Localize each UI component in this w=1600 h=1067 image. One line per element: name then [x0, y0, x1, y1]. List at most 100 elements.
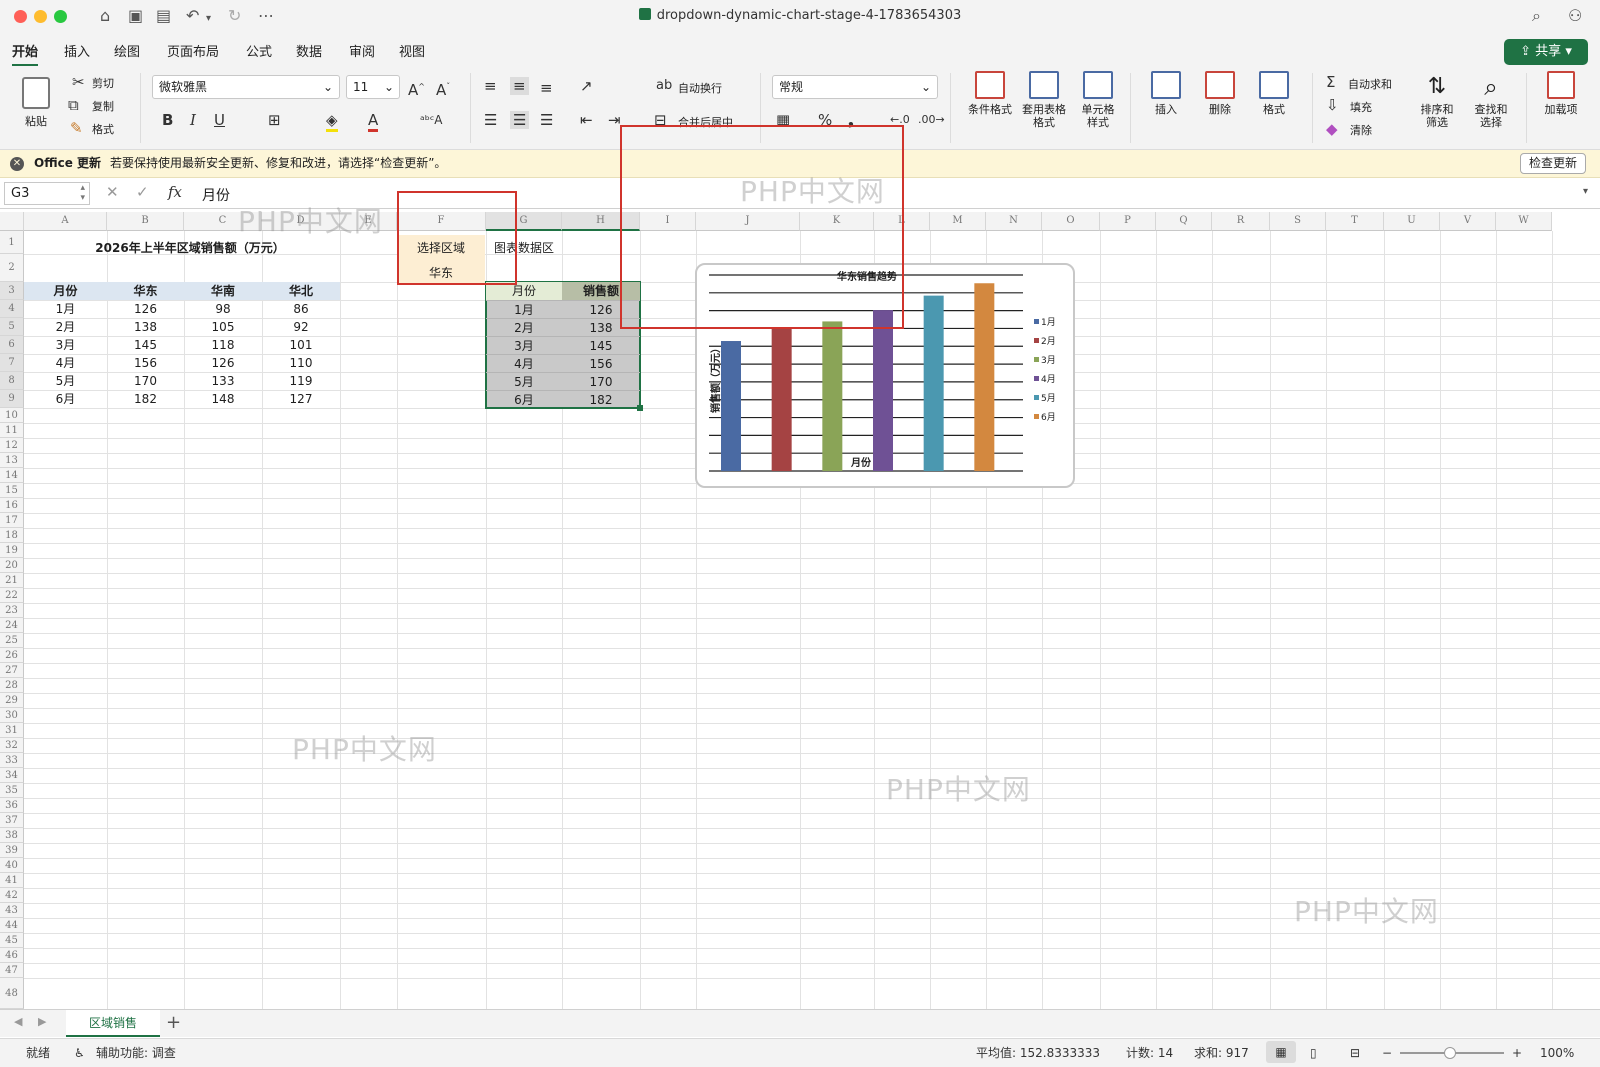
tab-6[interactable]: 审阅 — [349, 41, 375, 60]
align-left-icon[interactable]: ☰ — [484, 111, 497, 129]
table-cell[interactable]: 105 — [184, 318, 262, 336]
row-header-18[interactable]: 18 — [0, 528, 24, 543]
row-header-5[interactable]: 5 — [0, 318, 24, 336]
name-box[interactable]: G3 ▴ ▾ — [4, 182, 90, 205]
chart-data-cell[interactable]: 182 — [562, 390, 640, 408]
phonetic-icon[interactable]: ᵃᵇᶜA — [420, 111, 443, 129]
table-cell[interactable]: 118 — [184, 336, 262, 354]
table-cell[interactable]: 6月 — [24, 390, 107, 408]
increase-indent-icon[interactable]: ⇥ — [608, 111, 621, 129]
column-header-P[interactable]: P — [1100, 212, 1156, 231]
fill-handle[interactable] — [637, 405, 643, 411]
table-cell[interactable]: 148 — [184, 390, 262, 408]
cut-button[interactable]: 剪切 — [92, 75, 114, 91]
borders-icon[interactable]: ⊞ — [268, 111, 281, 129]
align-center-icon[interactable]: ☰ — [510, 111, 530, 129]
row-header-37[interactable]: 37 — [0, 813, 24, 828]
row-header-10[interactable]: 10 — [0, 408, 24, 423]
delete-cells-button[interactable]: 删除 — [1196, 71, 1244, 116]
row-header-1[interactable]: 1 — [0, 231, 24, 254]
table-cell[interactable]: 182 — [107, 390, 184, 408]
column-header-S[interactable]: S — [1270, 212, 1326, 231]
table-cell[interactable]: 86 — [262, 300, 340, 318]
row-header-39[interactable]: 39 — [0, 843, 24, 858]
row-header-19[interactable]: 19 — [0, 543, 24, 558]
sheet-tab-regional-sales[interactable]: 区域销售 — [66, 1010, 160, 1037]
row-header-43[interactable]: 43 — [0, 903, 24, 918]
row-header-9[interactable]: 9 — [0, 390, 24, 408]
page-layout-view-icon[interactable]: ▯ — [1310, 1039, 1317, 1067]
decrease-decimal-icon[interactable]: .00→ — [918, 111, 945, 129]
row-header-30[interactable]: 30 — [0, 708, 24, 723]
underline-button[interactable]: U — [214, 111, 225, 129]
zoom-in-icon[interactable]: + — [1512, 1039, 1522, 1067]
column-header-A[interactable]: A — [24, 212, 107, 231]
accessibility-status[interactable]: 辅助功能: 调查 — [96, 1039, 176, 1067]
chart-data-cell[interactable]: 5月 — [486, 372, 562, 390]
column-header-W[interactable]: W — [1496, 212, 1552, 231]
check-updates-button[interactable]: 检查更新 — [1519, 153, 1586, 174]
table-cell[interactable]: 145 — [107, 336, 184, 354]
chart-data-cell[interactable]: 145 — [562, 336, 640, 354]
chart-data-cell[interactable]: 170 — [562, 372, 640, 390]
decrease-indent-icon[interactable]: ⇤ — [580, 111, 593, 129]
clear-button[interactable]: 清除 — [1350, 122, 1372, 138]
row-header-41[interactable]: 41 — [0, 873, 24, 888]
font-size-select[interactable]: 11 ⌄ — [346, 75, 400, 99]
table-cell[interactable]: 3月 — [24, 336, 107, 354]
tab-5[interactable]: 数据 — [296, 41, 322, 60]
zoom-slider-thumb[interactable] — [1444, 1047, 1456, 1059]
table-cell[interactable]: 138 — [107, 318, 184, 336]
search-icon[interactable]: ⌕ — [1532, 6, 1541, 26]
row-header-13[interactable]: 13 — [0, 453, 24, 468]
column-header-B[interactable]: B — [107, 212, 184, 231]
table-cell[interactable]: 133 — [184, 372, 262, 390]
table-cell[interactable]: 5月 — [24, 372, 107, 390]
row-header-12[interactable]: 12 — [0, 438, 24, 453]
row-header-20[interactable]: 20 — [0, 558, 24, 573]
copy-button[interactable]: 复制 — [92, 98, 114, 114]
font-color-icon[interactable]: A — [368, 111, 379, 132]
row-header-24[interactable]: 24 — [0, 618, 24, 633]
row-header-40[interactable]: 40 — [0, 858, 24, 873]
insert-function-button[interactable]: fx — [168, 183, 182, 201]
table-header[interactable]: 月份 — [24, 282, 107, 300]
close-icon[interactable]: ✕ — [10, 157, 24, 171]
row-header-3[interactable]: 3 — [0, 282, 24, 300]
row-header-38[interactable]: 38 — [0, 828, 24, 843]
tab-1[interactable]: 插入 — [64, 41, 90, 60]
align-top-icon[interactable]: ≡ — [484, 77, 497, 95]
tab-2[interactable]: 绘图 — [114, 41, 140, 60]
font-name-select[interactable]: 微软雅黑 ⌄ — [152, 75, 340, 99]
row-header-26[interactable]: 26 — [0, 648, 24, 663]
column-header-V[interactable]: V — [1440, 212, 1496, 231]
tab-7[interactable]: 视图 — [399, 41, 425, 60]
column-header-O[interactable]: O — [1042, 212, 1100, 231]
addins-button[interactable]: 加载项 — [1536, 71, 1586, 116]
cell-styles-button[interactable]: 单元格 样式 — [1070, 71, 1126, 129]
row-header-34[interactable]: 34 — [0, 768, 24, 783]
table-cell[interactable]: 101 — [262, 336, 340, 354]
row-header-21[interactable]: 21 — [0, 573, 24, 588]
table-header[interactable]: 华南 — [184, 282, 262, 300]
number-format-select[interactable]: 常规 ⌄ — [772, 75, 938, 99]
tab-4[interactable]: 公式 — [246, 41, 272, 60]
column-header-R[interactable]: R — [1212, 212, 1270, 231]
increase-font-icon[interactable]: A^ — [408, 78, 425, 99]
row-header-4[interactable]: 4 — [0, 300, 24, 318]
decrease-font-icon[interactable]: Aˇ — [436, 78, 450, 99]
format-painter-button[interactable]: 格式 — [92, 121, 114, 137]
row-header-6[interactable]: 6 — [0, 336, 24, 354]
formula-input[interactable]: 月份 — [202, 185, 230, 205]
tab-3[interactable]: 页面布局 — [167, 41, 219, 60]
align-bottom-icon[interactable]: ≡ — [540, 79, 553, 97]
chart-data-cell[interactable]: 156 — [562, 354, 640, 372]
row-header-8[interactable]: 8 — [0, 372, 24, 390]
conditional-format-button[interactable]: 条件格式 — [962, 71, 1018, 116]
select-all-corner[interactable] — [0, 212, 24, 231]
table-cell[interactable]: 126 — [107, 300, 184, 318]
chart-data-cell[interactable]: 1月 — [486, 300, 562, 318]
table-header[interactable]: 华北 — [262, 282, 340, 300]
chart-data-cell[interactable]: 2月 — [486, 318, 562, 336]
table-cell[interactable]: 170 — [107, 372, 184, 390]
